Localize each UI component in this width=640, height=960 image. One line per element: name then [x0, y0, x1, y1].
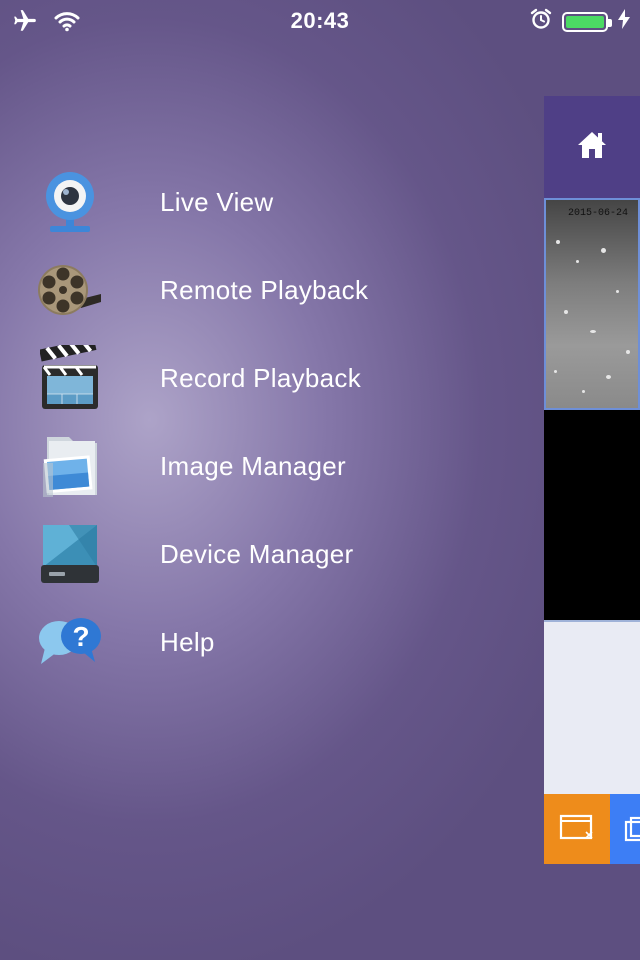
- photo-folder-icon: [35, 431, 105, 501]
- menu-item-help[interactable]: ? Help: [0, 598, 520, 686]
- hard-drive-icon: [35, 519, 105, 589]
- menu-item-label: Live View: [160, 186, 274, 217]
- side-menu: Live View Remote Playback Record Playbac…: [0, 158, 520, 686]
- menu-item-image-manager[interactable]: Image Manager: [0, 422, 520, 510]
- home-icon: [576, 130, 608, 165]
- menu-item-label: Remote Playback: [160, 274, 369, 305]
- menu-item-live-view[interactable]: Live View: [0, 158, 520, 246]
- home-button[interactable]: [544, 96, 640, 198]
- alarm-icon: [530, 8, 552, 35]
- svg-text:?: ?: [72, 621, 89, 652]
- status-bar: 20:43: [0, 0, 640, 40]
- close-window-icon: [559, 813, 595, 846]
- menu-item-label: Device Manager: [160, 538, 354, 569]
- close-window-button[interactable]: [544, 794, 610, 864]
- video-panel-empty: [544, 622, 640, 794]
- clapperboard-icon: [35, 343, 105, 413]
- menu-item-record-playback[interactable]: Record Playback: [0, 334, 520, 422]
- film-reel-icon: [35, 255, 105, 325]
- battery-level: [566, 15, 604, 28]
- menu-item-label: Help: [160, 626, 215, 657]
- help-bubble-icon: ?: [35, 607, 105, 677]
- webcam-icon: [35, 167, 105, 237]
- video-channel-1[interactable]: 2015-06-24: [544, 198, 640, 410]
- video-timestamp: 2015-06-24: [568, 208, 629, 219]
- menu-item-label: Image Manager: [160, 450, 347, 481]
- copy-window-button[interactable]: [610, 794, 640, 864]
- battery-icon: [562, 11, 612, 32]
- video-channel-2[interactable]: [544, 410, 640, 622]
- main-view-peek[interactable]: 2015-06-24: [544, 96, 640, 864]
- charging-bolt-icon: [618, 9, 630, 34]
- menu-item-device-manager[interactable]: Device Manager: [0, 510, 520, 598]
- menu-item-remote-playback[interactable]: Remote Playback: [0, 246, 520, 334]
- copy-window-icon: [624, 816, 640, 849]
- menu-item-label: Record Playback: [160, 362, 362, 393]
